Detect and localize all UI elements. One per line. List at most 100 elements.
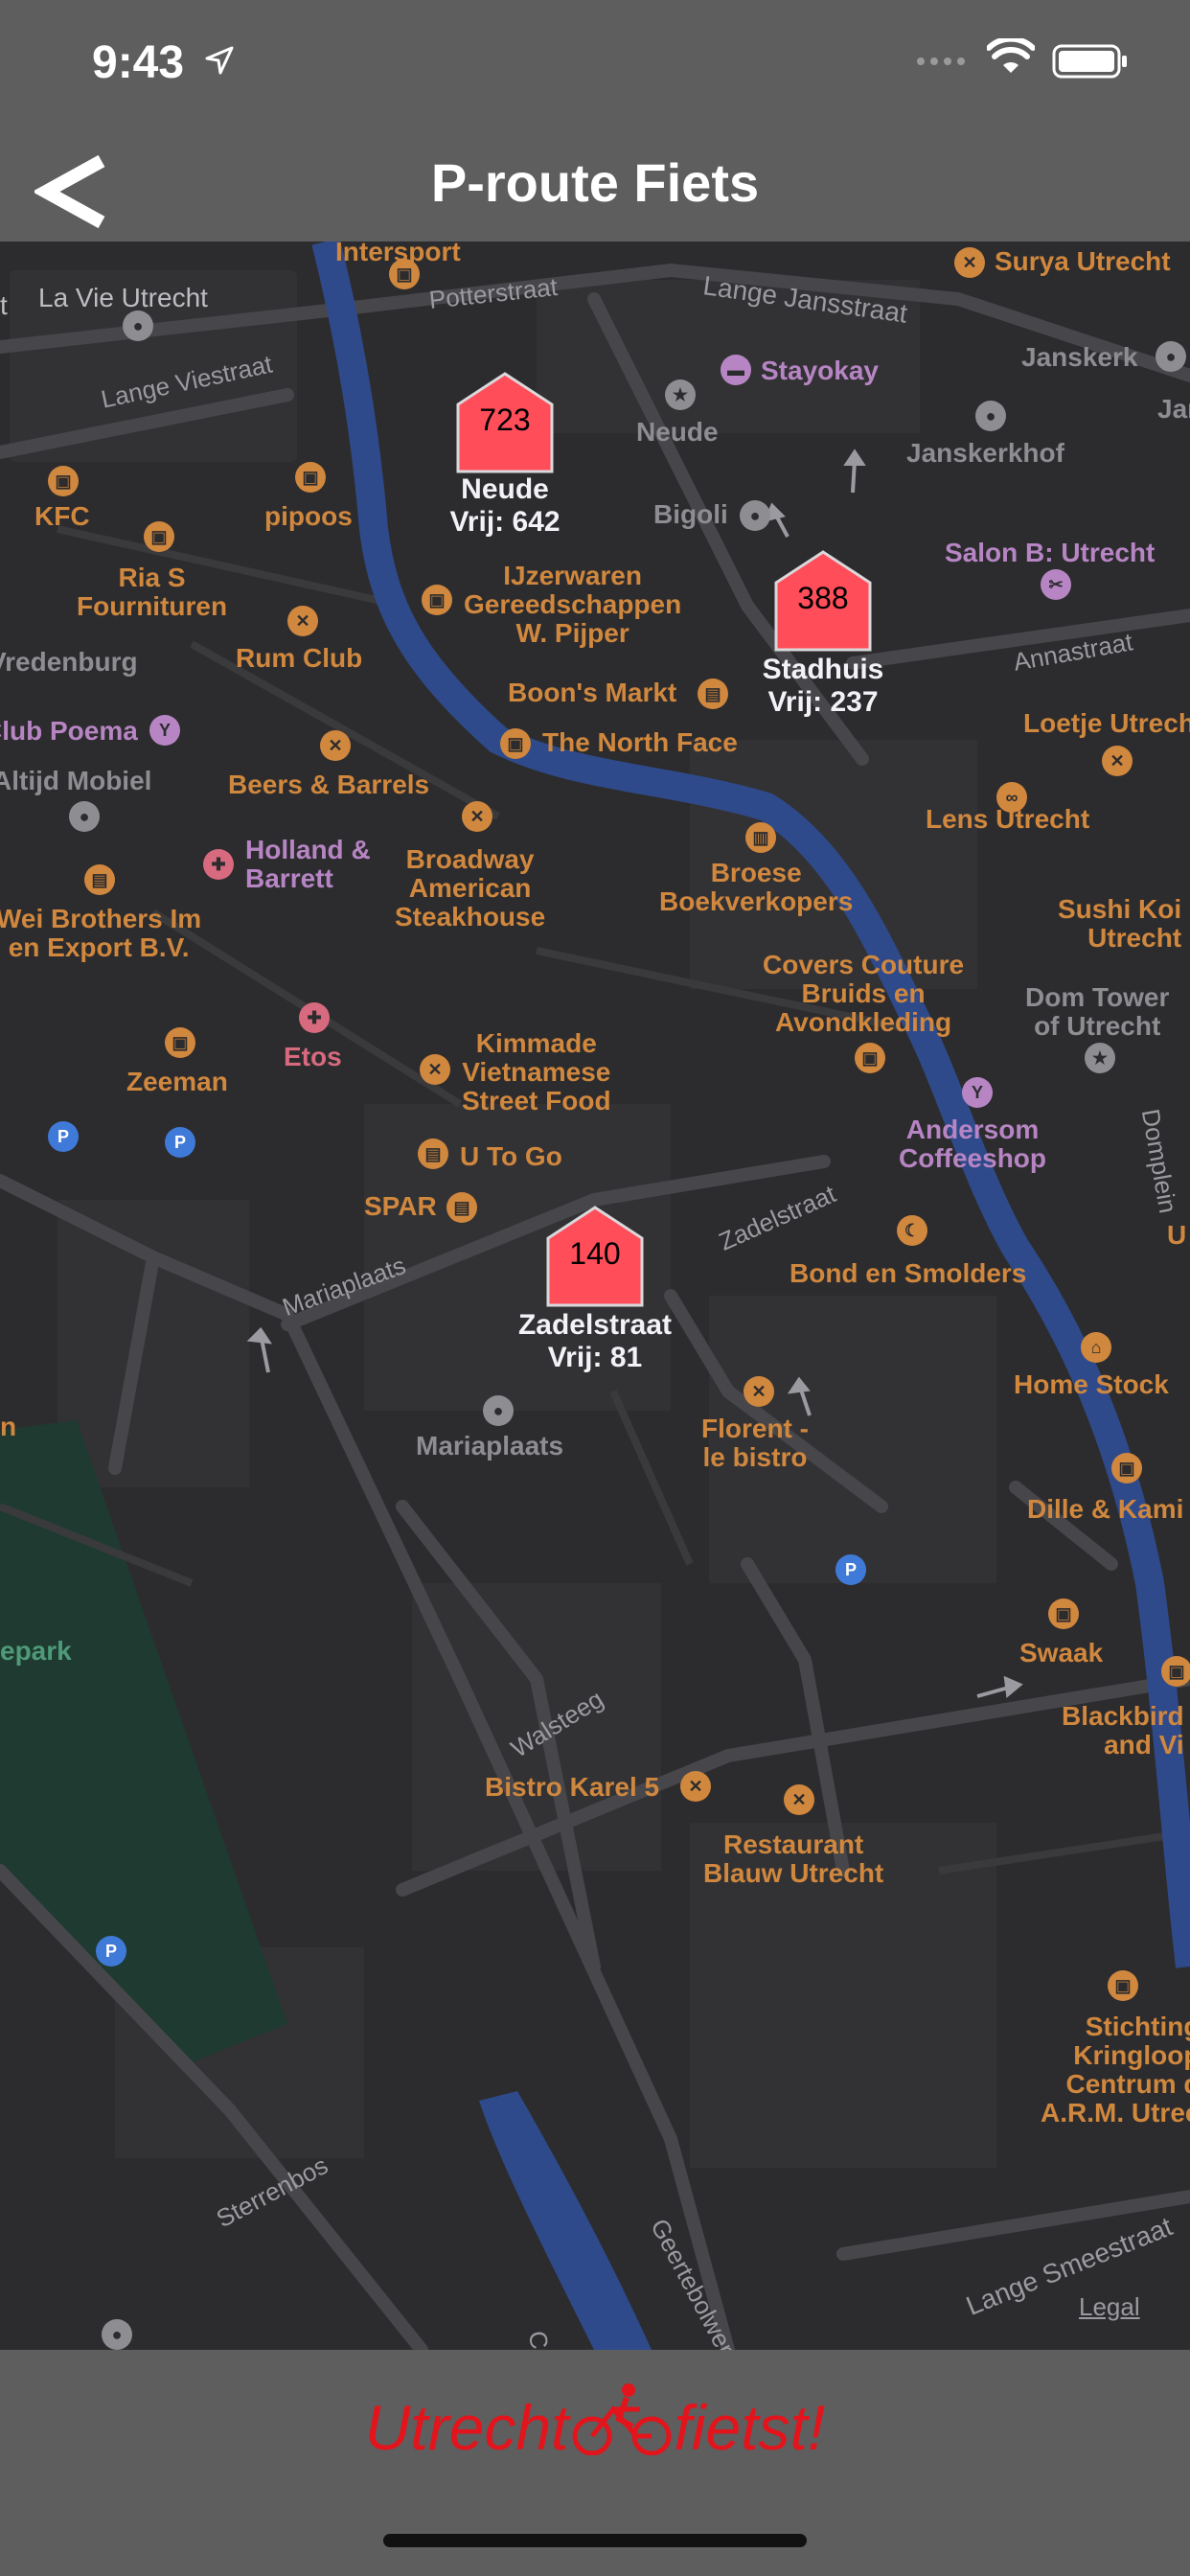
poi-home-stock[interactable]: Home Stock	[1014, 1370, 1169, 1399]
cafe-icon[interactable]: Y	[962, 1077, 993, 1108]
parking-icon[interactable]: P	[96, 1936, 126, 1966]
map-legal-link[interactable]: Legal	[1079, 2292, 1140, 2322]
map-view[interactable]: Potterstraat Lange Jansstraat Lange Vies…	[0, 242, 1190, 2350]
poi-broese[interactable]: Broese Boekverkopers	[659, 859, 853, 916]
poi-ijzerwaren[interactable]: IJzerwaren Gereedschappen W. Pijper	[464, 562, 681, 648]
poi-stichting[interactable]: Stichting Kringloop Centrum d A.R.M. Utr…	[1041, 2012, 1190, 2128]
home-indicator[interactable]	[383, 2534, 807, 2547]
parking-marker-stadhuis[interactable]: 388	[770, 548, 876, 654]
restaurant-icon[interactable]: ✕	[680, 1771, 711, 1802]
poi-andersom[interactable]: Andersom Coffeeshop	[899, 1116, 1046, 1173]
poi-salon-b[interactable]: Salon B: Utrecht	[945, 539, 1155, 567]
shopping-bag-icon[interactable]: ▣	[165, 1027, 195, 1058]
nightlife-icon[interactable]: Y	[149, 715, 180, 746]
shopping-bag-icon[interactable]: ▣	[1111, 1453, 1142, 1484]
restaurant-icon[interactable]: ✕	[1102, 746, 1133, 776]
shopping-bag-icon[interactable]: ▣	[500, 728, 531, 759]
restaurant-icon[interactable]: ✕	[954, 247, 985, 278]
poi-blackbird[interactable]: Blackbird and Vi	[1062, 1702, 1184, 1760]
shopping-bag-icon[interactable]: ▣	[144, 521, 174, 552]
poi-janskerkhof[interactable]: Janskerkhof	[906, 439, 1064, 468]
poi-florent[interactable]: Florent - le bistro	[701, 1414, 809, 1472]
poi-pipoos[interactable]: pipoos	[264, 502, 353, 531]
poi-loetje[interactable]: Loetje Utrecht	[1023, 709, 1190, 738]
poi-surya[interactable]: Surya Utrecht	[995, 247, 1171, 276]
poi-dom-tower[interactable]: Dom Tower of Utrecht	[1025, 983, 1169, 1041]
poi-etos[interactable]: Etos	[284, 1043, 342, 1071]
poi-dille-kami[interactable]: Dille & Kami	[1027, 1495, 1183, 1524]
parking-free: Vrij: 237	[767, 686, 879, 718]
poi-zeeman[interactable]: Zeeman	[126, 1068, 228, 1096]
salon-icon[interactable]: ✂	[1041, 569, 1071, 600]
shopping-bag-icon[interactable]: ▣	[1161, 1656, 1190, 1687]
poi-stayokay[interactable]: Stayokay	[761, 356, 879, 385]
pharmacy-icon[interactable]: ✚	[203, 849, 234, 880]
grocery-icon[interactable]: ▤	[698, 678, 728, 709]
poi-epark[interactable]: epark	[0, 1637, 72, 1666]
poi-sushi-koi[interactable]: Sushi Koi Utrecht	[1058, 895, 1181, 953]
parking-name: Zadelstraat	[517, 1309, 673, 1341]
poi-bistro-karel[interactable]: Bistro Karel 5	[485, 1773, 659, 1802]
poi-ria-s[interactable]: Ria S Fournituren	[77, 564, 227, 621]
home-goods-icon[interactable]: ⌂	[1081, 1332, 1111, 1363]
grocery-icon[interactable]: ▤	[446, 1192, 477, 1223]
grocery-icon[interactable]: ▤	[418, 1138, 448, 1169]
poi-altijd-mobiel[interactable]: Altijd Mobiel	[0, 767, 151, 795]
hotel-icon[interactable]: ▬	[721, 355, 751, 385]
poi-vredenburg[interactable]: Vredenburg	[0, 648, 138, 677]
poi-beers-barrels[interactable]: Beers & Barrels	[228, 770, 429, 799]
pharmacy-icon[interactable]: ✚	[299, 1002, 330, 1033]
shopping-bag-icon[interactable]: ▣	[295, 462, 326, 493]
landmark-icon[interactable]: ●	[740, 500, 770, 531]
poi-kfc[interactable]: KFC	[34, 502, 90, 531]
restaurant-icon[interactable]: ✕	[462, 801, 492, 832]
poi-covers-couture[interactable]: Covers Couture Bruids en Avondkleding	[763, 951, 964, 1037]
poi-north-face[interactable]: The North Face	[542, 728, 738, 757]
poi-u-to-go[interactable]: U To Go	[460, 1142, 562, 1171]
landmark-icon[interactable]: ●	[123, 310, 153, 341]
shopping-bag-icon[interactable]: ▣	[1108, 1970, 1138, 2001]
landmark-icon[interactable]: ●	[102, 2319, 132, 2350]
poi-la-vie[interactable]: La Vie Utrecht	[38, 284, 208, 312]
poi-janskerk[interactable]: Janskerk	[1021, 343, 1137, 372]
restaurant-icon[interactable]: ✕	[320, 730, 351, 761]
poi-spar[interactable]: SPAR	[364, 1192, 437, 1221]
restaurant-icon[interactable]: ✕	[287, 606, 318, 636]
poi-bond[interactable]: Bond en Smolders	[790, 1259, 1026, 1288]
poi-neude[interactable]: Neude	[636, 418, 719, 447]
poi-rum-club[interactable]: Rum Club	[236, 644, 362, 673]
star-icon[interactable]: ★	[1085, 1043, 1115, 1073]
poi-mariaplaats[interactable]: Mariaplaats	[416, 1432, 563, 1460]
restaurant-icon[interactable]: ✕	[784, 1784, 814, 1815]
poi-wei-brothers[interactable]: Wei Brothers Im en Export B.V.	[0, 905, 201, 962]
parking-icon[interactable]: P	[165, 1127, 195, 1158]
poi-boons-markt[interactable]: Boon's Markt	[508, 678, 676, 707]
shopping-bag-icon[interactable]: ▣	[1048, 1598, 1079, 1629]
restaurant-icon[interactable]: ✕	[744, 1376, 774, 1407]
landmark-icon[interactable]: ●	[1156, 341, 1186, 372]
poi-restaurant-blauw[interactable]: Restaurant Blauw Utrecht	[703, 1830, 883, 1888]
poi-kimmade[interactable]: Kimmade Vietnamese Street Food	[462, 1029, 611, 1116]
grocery-icon[interactable]: ▤	[84, 864, 115, 895]
book-icon[interactable]: ▥	[745, 822, 776, 853]
landmark-icon[interactable]: ●	[975, 401, 1006, 431]
poi-club-poema[interactable]: Club Poema	[0, 717, 138, 746]
parking-icon[interactable]: P	[48, 1121, 79, 1152]
poi-holland-barrett[interactable]: Holland & Barrett	[245, 836, 371, 893]
poi-intersport[interactable]: Intersport	[335, 242, 461, 266]
shopping-bag-icon[interactable]: ▣	[855, 1043, 885, 1073]
poi-bigoli[interactable]: Bigoli	[653, 500, 728, 529]
parking-icon[interactable]: P	[835, 1554, 866, 1585]
parking-marker-neude[interactable]: 723	[452, 370, 558, 475]
store-icon[interactable]: ▣	[48, 466, 79, 496]
star-icon[interactable]: ★	[665, 380, 696, 410]
landmark-icon[interactable]: ●	[69, 801, 100, 832]
landmark-icon[interactable]: ●	[483, 1395, 514, 1426]
bakery-icon[interactable]: ☾	[897, 1215, 927, 1246]
poi-broadway[interactable]: Broadway American Steakhouse	[395, 845, 545, 932]
shopping-bag-icon[interactable]: ▣	[422, 585, 452, 615]
parking-marker-zadelstraat[interactable]: 140	[542, 1204, 648, 1309]
poi-swaak[interactable]: Swaak	[1019, 1639, 1103, 1668]
poi-lens-utrecht[interactable]: Lens Utrecht	[926, 805, 1089, 834]
restaurant-icon[interactable]: ✕	[420, 1054, 450, 1085]
